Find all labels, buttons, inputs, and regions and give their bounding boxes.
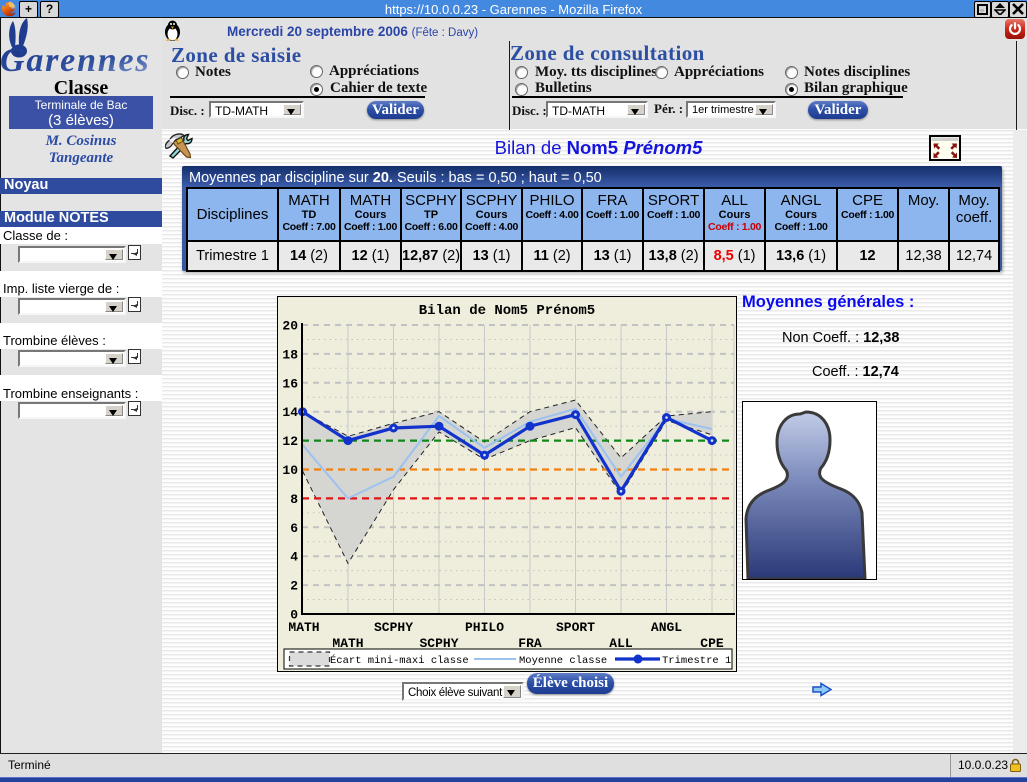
svg-text:10: 10 [282,463,298,478]
svg-text:PHILO: PHILO [465,620,504,635]
svg-text:6: 6 [290,521,298,536]
svg-text:2: 2 [290,579,298,594]
svg-text:Bilan de Nom5 Prénom5: Bilan de Nom5 Prénom5 [419,303,595,319]
svg-text:SCPHY: SCPHY [374,620,413,635]
svg-text:Trimestre 1: Trimestre 1 [662,655,731,667]
svg-text:12: 12 [282,434,298,449]
svg-text:MATH: MATH [288,620,319,635]
svg-text:18: 18 [282,347,298,362]
svg-text:Moyenne classe: Moyenne classe [519,655,607,667]
svg-text:16: 16 [282,376,298,391]
svg-text:4: 4 [290,550,298,565]
svg-text:Garennes: Garennes [0,42,150,79]
svg-text:SPORT: SPORT [556,620,595,635]
svg-text:Écart mini-maxi classe: Écart mini-maxi classe [330,653,469,667]
svg-text:8: 8 [290,492,298,507]
svg-text:ANGL: ANGL [651,620,682,635]
svg-text:14: 14 [282,405,298,420]
svg-text:20: 20 [282,319,298,334]
